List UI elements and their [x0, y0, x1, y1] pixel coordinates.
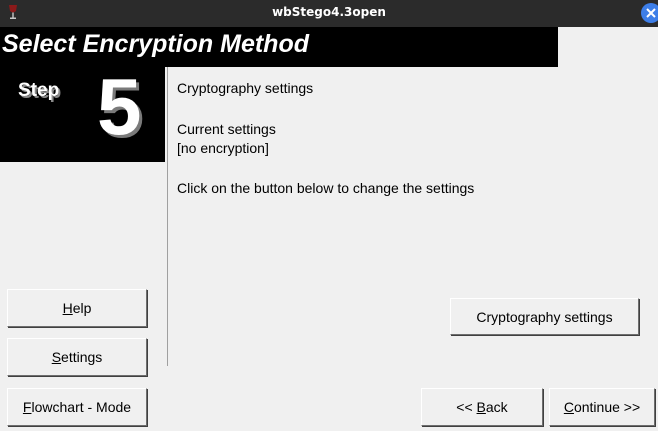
section-heading: Cryptography settings — [177, 80, 314, 96]
content-panel: Cryptography settings Current settings [… — [167, 67, 658, 366]
help-mnemonic: H — [62, 300, 73, 316]
close-button[interactable] — [641, 3, 658, 23]
close-icon — [646, 8, 656, 18]
page-title: Select Encryption Method — [2, 30, 309, 58]
settings-label: ettings — [61, 349, 103, 365]
continue-button[interactable]: Continue >> — [549, 388, 655, 426]
cryptography-settings-label: Cryptography settings — [476, 308, 613, 325]
step-indicator: Step 5 — [0, 67, 165, 162]
current-settings-label: Current settings — [177, 121, 276, 137]
instruction-text: Click on the button below to change the … — [177, 180, 475, 196]
current-settings-value: [no encryption] — [177, 140, 269, 156]
title-bar: wbStego4.3open — [0, 0, 658, 27]
back-prefix: << — [456, 399, 477, 415]
step-label: Step — [18, 80, 60, 101]
flowchart-label: lowchart - Mode — [31, 399, 132, 415]
back-mnemonic: B — [476, 399, 486, 415]
help-label: elp — [72, 300, 92, 316]
back-label: ack — [485, 399, 508, 415]
window-title: wbStego4.3open — [272, 5, 386, 19]
flowchart-mode-button[interactable]: Flowchart - Mode — [7, 388, 147, 426]
settings-mnemonic: S — [51, 349, 62, 365]
flowchart-mnemonic: F — [22, 399, 32, 415]
back-button[interactable]: << Back — [421, 388, 543, 426]
page-header: Select Encryption Method — [0, 27, 558, 67]
help-button[interactable]: Help — [7, 289, 147, 327]
step-number: 5 — [97, 62, 142, 151]
continue-label: ontinue >> — [573, 399, 641, 415]
cryptography-settings-button[interactable]: Cryptography settings — [450, 298, 639, 335]
settings-button[interactable]: Settings — [7, 338, 147, 376]
continue-mnemonic: C — [563, 399, 574, 415]
